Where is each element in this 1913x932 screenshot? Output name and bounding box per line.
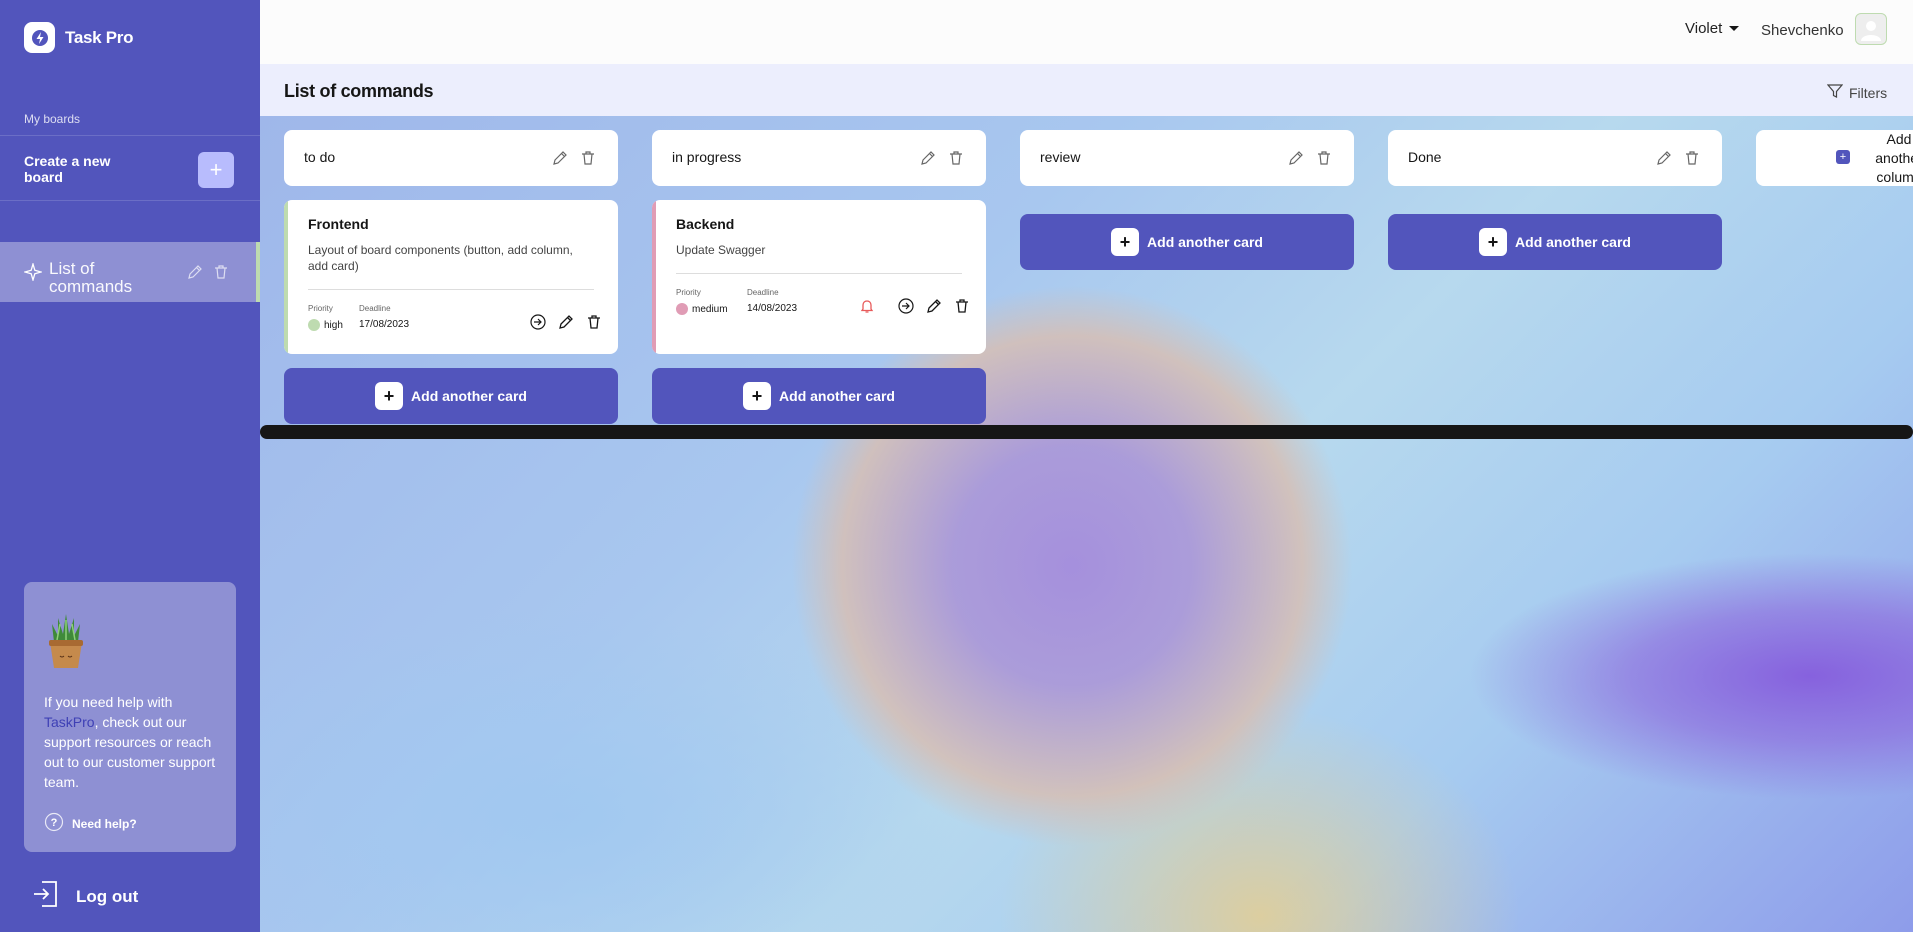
svg-text:?: ? bbox=[51, 817, 58, 829]
logout-label: Log out bbox=[76, 886, 139, 906]
plus-icon: + bbox=[1479, 228, 1508, 256]
pencil-icon[interactable] bbox=[920, 150, 936, 166]
board-item-actions bbox=[187, 264, 229, 280]
add-card-button[interactable]: + Add another card bbox=[284, 368, 618, 424]
add-card-button[interactable]: + Add another card bbox=[652, 368, 986, 424]
trash-icon[interactable] bbox=[1316, 150, 1332, 166]
pencil-icon[interactable] bbox=[552, 150, 568, 166]
need-help-label: Need help? bbox=[72, 816, 137, 831]
cactus-pot-icon bbox=[44, 612, 88, 675]
logout-icon bbox=[30, 878, 62, 915]
avatar[interactable] bbox=[1855, 13, 1887, 45]
bell-icon[interactable] bbox=[859, 298, 875, 314]
plus-icon: + bbox=[209, 157, 223, 182]
priority-label: Priority bbox=[308, 304, 333, 313]
deadline-label: Deadline bbox=[359, 304, 391, 313]
trash-icon[interactable] bbox=[1684, 150, 1700, 166]
app-name: Task Pro bbox=[65, 27, 134, 47]
pencil-icon[interactable] bbox=[1656, 150, 1672, 166]
priority-stripe bbox=[652, 200, 656, 354]
taskpro-link[interactable]: TaskPro bbox=[44, 714, 95, 730]
deadline-label: Deadline bbox=[747, 288, 779, 297]
create-board-label: Create a new board bbox=[24, 153, 111, 185]
add-card-button[interactable]: + Add another card bbox=[1388, 214, 1722, 270]
column-title: Done bbox=[1408, 149, 1442, 165]
plus-icon: + bbox=[743, 382, 772, 410]
divider bbox=[676, 273, 962, 274]
trash-icon[interactable] bbox=[954, 298, 970, 314]
divider bbox=[308, 289, 594, 290]
trash-icon[interactable] bbox=[580, 150, 596, 166]
user-icon bbox=[1861, 21, 1881, 41]
priority-value: high bbox=[308, 319, 343, 331]
deadline-value: 17/08/2023 bbox=[359, 319, 410, 330]
add-card-button[interactable]: + Add another card bbox=[1020, 214, 1354, 270]
theme-select[interactable]: Violet bbox=[1685, 20, 1740, 37]
priority-stripe bbox=[284, 200, 288, 354]
sparkle-icon bbox=[22, 261, 44, 286]
column-header-done: Done bbox=[1388, 130, 1722, 186]
plus-icon: + bbox=[375, 382, 404, 410]
create-board-row: Create a new board + bbox=[0, 135, 260, 201]
task-description: Update Swagger bbox=[676, 243, 766, 257]
trash-icon[interactable] bbox=[948, 150, 964, 166]
task-card-backend[interactable]: Backend Update Swagger Priority medium D… bbox=[652, 200, 986, 354]
plus-icon: + bbox=[1111, 228, 1140, 256]
logout-button[interactable]: Log out bbox=[30, 878, 138, 915]
add-card-label: Add another card bbox=[1515, 234, 1631, 250]
column-title: in progress bbox=[672, 149, 742, 165]
column-header-in-progress: in progress bbox=[652, 130, 986, 186]
horizontal-scrollbar[interactable] bbox=[260, 425, 1913, 439]
task-title: Frontend bbox=[308, 216, 369, 232]
pencil-icon[interactable] bbox=[558, 314, 574, 330]
help-card: If you need help with TaskPro, check out… bbox=[24, 582, 236, 852]
task-card-frontend[interactable]: Frontend Layout of board components (but… bbox=[284, 200, 618, 354]
filters-button[interactable]: Filters bbox=[1826, 83, 1888, 102]
column-title: to do bbox=[304, 149, 336, 165]
move-arrow-icon[interactable] bbox=[530, 314, 546, 330]
priority-dot bbox=[308, 319, 320, 331]
add-column-label: Add another column bbox=[1875, 131, 1913, 185]
page-title: List of commands bbox=[284, 81, 434, 101]
help-text: If you need help with TaskPro, check out… bbox=[44, 694, 216, 790]
filters-label: Filters bbox=[1849, 84, 1888, 101]
deadline-value: 14/08/2023 bbox=[747, 303, 798, 314]
filter-icon bbox=[1826, 83, 1844, 102]
help-circle-icon: ? bbox=[44, 812, 64, 835]
create-board-button[interactable]: + bbox=[198, 152, 234, 188]
sidebar-item-list-of-commands[interactable]: List of commands bbox=[0, 242, 260, 302]
theme-value: Violet bbox=[1685, 20, 1723, 37]
priority-label: Priority bbox=[676, 288, 701, 297]
priority-dot bbox=[676, 303, 688, 315]
user-name: Shevchenko bbox=[1761, 22, 1844, 39]
add-card-label: Add another card bbox=[1147, 234, 1263, 250]
pencil-icon[interactable] bbox=[187, 264, 203, 280]
caret-down-icon bbox=[1728, 20, 1740, 37]
column-header-to-do: to do bbox=[284, 130, 618, 186]
task-title: Backend bbox=[676, 216, 735, 232]
trash-icon[interactable] bbox=[213, 264, 229, 280]
task-description: Layout of board components (button, add … bbox=[308, 243, 573, 273]
pencil-icon[interactable] bbox=[926, 298, 942, 314]
column-title: review bbox=[1040, 149, 1081, 165]
need-help-button[interactable]: ? Need help? bbox=[44, 812, 137, 835]
priority-value: medium bbox=[676, 303, 728, 315]
add-column-button[interactable]: + Add another column bbox=[1756, 130, 1913, 186]
pencil-icon[interactable] bbox=[1288, 150, 1304, 166]
move-arrow-icon[interactable] bbox=[898, 298, 914, 314]
top-header: Violet Shevchenko bbox=[260, 0, 1913, 64]
trash-icon[interactable] bbox=[586, 314, 602, 330]
add-card-label: Add another card bbox=[411, 388, 527, 404]
lightning-icon bbox=[24, 22, 55, 53]
board-item-title: List of commands bbox=[49, 259, 133, 296]
column-header-review: review bbox=[1020, 130, 1354, 186]
add-card-label: Add another card bbox=[779, 388, 895, 404]
sidebar: Task Pro My boards Create a new board + … bbox=[0, 0, 260, 932]
app-logo[interactable]: Task Pro bbox=[24, 22, 133, 53]
plus-icon: + bbox=[1836, 150, 1850, 164]
board-header: List of commands Filters bbox=[260, 64, 1913, 116]
my-boards-label: My boards bbox=[24, 112, 81, 126]
